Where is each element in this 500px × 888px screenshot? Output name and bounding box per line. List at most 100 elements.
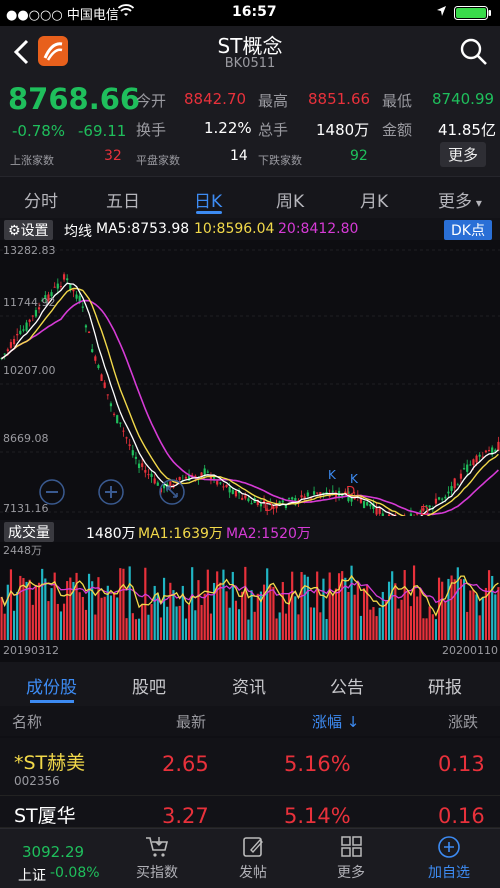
index-ticker[interactable]: 3092.29 上证 -0.08%	[0, 829, 110, 888]
candle-body	[409, 513, 413, 516]
up-count-label: 上涨家数	[10, 154, 54, 167]
volume-bar	[347, 591, 350, 640]
candle-body	[22, 329, 25, 331]
volume-bar	[412, 565, 416, 640]
candle-body	[9, 342, 13, 348]
tab-daily-k[interactable]: 日K	[194, 187, 222, 212]
candle-body	[228, 486, 231, 493]
tab-research[interactable]: 研报	[428, 673, 462, 698]
k-marker: K	[328, 468, 336, 482]
volume-indicator-button[interactable]: 成交量	[4, 522, 54, 542]
table-row[interactable]: *ST赫美 002356 2.65 5.16% 0.13	[0, 738, 500, 796]
candle-body	[16, 334, 19, 336]
table-row[interactable]: ST厦华 600870 3.27 5.14% 0.16	[0, 796, 500, 828]
volume-bar	[175, 606, 178, 640]
volume-bar	[94, 614, 97, 640]
volume-bar	[87, 573, 91, 640]
volume-bar	[191, 567, 194, 640]
add-watchlist-tab[interactable]: 加自选	[404, 835, 494, 882]
zoom-out-icon[interactable]	[38, 478, 66, 510]
candle-body	[234, 490, 238, 497]
more-button[interactable]: 更多	[440, 142, 487, 167]
col-price[interactable]: 最新	[176, 711, 206, 732]
fullscreen-icon[interactable]	[158, 478, 186, 510]
volume-bar	[12, 610, 16, 640]
price-axis-label: 8669.08	[3, 432, 49, 445]
volume-bar	[269, 585, 272, 640]
stock-price: 2.65	[162, 752, 209, 776]
active-subtab-indicator	[30, 700, 74, 703]
zoom-in-icon[interactable]	[97, 478, 125, 510]
candle-body	[19, 330, 22, 335]
search-icon[interactable]	[460, 38, 488, 70]
start-date: 20190312	[3, 644, 59, 657]
volume-bar	[216, 571, 219, 640]
candle-body	[106, 394, 109, 396]
volume-bar	[172, 590, 175, 640]
tab-more[interactable]: 更多 ▾	[438, 187, 482, 212]
volume-bar	[209, 613, 213, 640]
candle-body	[75, 294, 78, 299]
volume-bar	[119, 568, 122, 640]
volume-bar	[197, 580, 200, 640]
candle-body	[462, 468, 466, 470]
volume-bar	[294, 596, 297, 640]
more-tab[interactable]: 更多	[306, 835, 396, 882]
volume-bars	[0, 565, 500, 640]
tab-constituents[interactable]: 成份股	[26, 673, 77, 698]
candle-body	[216, 481, 219, 485]
volume-bar	[44, 578, 47, 640]
tab-news[interactable]: 资讯	[232, 673, 266, 698]
candle-body	[97, 365, 100, 369]
nav-bar: ST概念 BK0511	[0, 26, 500, 80]
candle-body	[81, 306, 84, 308]
volume-bar	[206, 569, 209, 640]
col-name[interactable]: 名称	[12, 711, 42, 732]
change-value: -69.11	[78, 122, 127, 140]
col-pct-sorted[interactable]: 涨幅 ↓	[312, 711, 359, 732]
volume-bar	[416, 596, 419, 640]
tab-forum[interactable]: 股吧	[132, 673, 166, 698]
ma5-value: MA5:8753.98	[96, 221, 190, 237]
last-price: 8768.66	[8, 82, 141, 116]
volume-bar	[166, 606, 169, 640]
down-count: 92	[350, 148, 368, 164]
candle-body	[53, 286, 56, 288]
stock-change: 0.16	[438, 804, 485, 828]
volume-bar	[319, 612, 322, 640]
candle-body	[103, 382, 106, 388]
volume-current: 1480万	[86, 526, 136, 542]
volume-bar	[194, 610, 197, 640]
volume-bar	[0, 596, 3, 640]
down-count-label: 下跌家数	[258, 154, 302, 167]
settings-button[interactable]: ⚙设置	[4, 220, 53, 240]
tab-weekly-k[interactable]: 周K	[276, 187, 304, 212]
candle-body	[219, 482, 222, 484]
post-tab[interactable]: 发帖	[208, 835, 298, 882]
volume-bar	[103, 596, 106, 640]
battery-icon	[454, 6, 492, 24]
candle-body	[141, 463, 144, 467]
volume-bar	[300, 572, 303, 640]
vol-ma2: MA2:1520万	[226, 526, 311, 542]
volume-bar	[244, 566, 247, 640]
volume-bar	[169, 582, 172, 640]
volume-bar	[22, 578, 25, 640]
tab-announcements[interactable]: 公告	[330, 673, 364, 698]
dk-point-button[interactable]: DK点	[444, 220, 492, 240]
grid-icon	[306, 835, 396, 859]
price-axis-label: 10207.00	[3, 364, 56, 377]
volume-bar	[353, 594, 356, 640]
cart-icon	[112, 835, 202, 859]
col-change[interactable]: 涨跌	[448, 711, 478, 732]
open-value: 8842.70	[184, 90, 247, 108]
candle-body	[225, 484, 228, 488]
volume-bar	[84, 609, 88, 640]
stock-price: 3.27	[162, 804, 209, 828]
tab-five-day[interactable]: 五日	[106, 187, 140, 212]
active-tab-indicator	[196, 211, 222, 214]
tab-monthly-k[interactable]: 月K	[360, 187, 388, 212]
buy-index-tab[interactable]: 买指数	[112, 835, 202, 882]
tab-intraday[interactable]: 分时	[24, 187, 58, 212]
volume-bar	[225, 591, 228, 640]
